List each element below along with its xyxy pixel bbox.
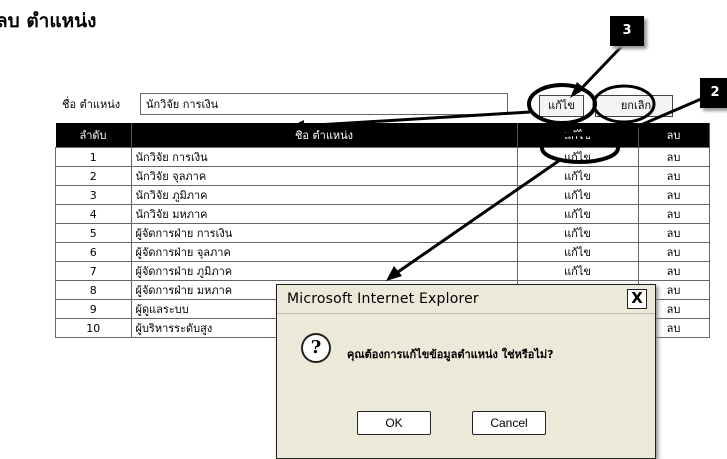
row-index: 8	[55, 280, 132, 300]
question-icon: ?	[301, 333, 331, 363]
table-row: 6 ผู้จัดการฝ่าย จุลภาค แก้ไข ลบ	[55, 242, 710, 262]
ok-button[interactable]: OK	[357, 411, 431, 435]
dialog-title: Microsoft Internet Explorer	[287, 291, 479, 307]
position-name-label: ชื่อ ตำแหน่ง	[62, 98, 121, 111]
row-edit-link[interactable]: แก้ไข	[516, 223, 639, 243]
row-delete-link[interactable]: ลบ	[637, 242, 710, 262]
row-index: 10	[55, 318, 132, 338]
row-index: 2	[55, 166, 132, 186]
row-delete-link[interactable]: ลบ	[637, 147, 710, 167]
row-position-name: ผู้จัดการฝ่าย จุลภาค	[130, 242, 518, 262]
row-position-name: นักวิจัย จุลภาค	[130, 166, 518, 186]
row-delete-link[interactable]: ลบ	[637, 166, 710, 186]
row-index: 3	[55, 185, 132, 205]
row-delete-link[interactable]: ลบ	[637, 223, 710, 243]
row-index: 6	[55, 242, 132, 262]
row-position-name: นักวิจัย มหภาค	[130, 204, 518, 224]
row-index: 9	[55, 299, 132, 319]
row-delete-link[interactable]: ลบ	[637, 261, 710, 281]
column-header-edit: แก้ไข	[517, 123, 639, 148]
confirm-dialog: Microsoft Internet Explorer X ? คุณต้องก…	[276, 284, 656, 459]
table-header-row: ลำดับ ชื่อ ตำแหน่ง แก้ไข ลบ	[55, 123, 710, 148]
row-edit-link[interactable]: แก้ไข	[516, 261, 639, 281]
row-delete-link[interactable]: ลบ	[637, 185, 710, 205]
dialog-titlebar[interactable]: Microsoft Internet Explorer X	[277, 285, 655, 314]
row-edit-link[interactable]: แก้ไข	[516, 166, 639, 186]
close-icon[interactable]: X	[627, 289, 647, 309]
column-header-index: ลำดับ	[55, 123, 132, 148]
table-row: 5 ผู้จัดการฝ่าย การเงิน แก้ไข ลบ	[55, 223, 710, 243]
row-position-name: นักวิจัย ภูมิภาค	[130, 185, 518, 205]
row-delete-link[interactable]: ลบ	[637, 204, 710, 224]
position-name-input[interactable]	[140, 93, 508, 115]
column-header-delete: ลบ	[638, 123, 710, 148]
table-row: 1 นักวิจัย การเงิน แก้ไข ลบ	[55, 147, 710, 167]
row-edit-link[interactable]: แก้ไข	[516, 185, 639, 205]
edit-button[interactable]: แก้ไข	[539, 95, 584, 117]
row-edit-link[interactable]: แก้ไข	[516, 204, 639, 224]
row-position-name: ผู้จัดการฝ่าย การเงิน	[130, 223, 518, 243]
row-edit-link[interactable]: แก้ไข	[516, 147, 639, 167]
dialog-cancel-button[interactable]: Cancel	[472, 411, 546, 435]
annotation-badge-2: 2	[700, 78, 727, 108]
table-row: 3 นักวิจัย ภูมิภาค แก้ไข ลบ	[55, 185, 710, 205]
dialog-message: คุณต้องการแก้ไขข้อมูลตำแหน่ง ใช่หรือไม่?	[347, 348, 554, 361]
row-position-name: ผู้จัดการฝ่าย ภูมิภาค	[130, 261, 518, 281]
row-index: 7	[55, 261, 132, 281]
column-header-name: ชื่อ ตำแหน่ง	[131, 123, 518, 148]
row-index: 1	[55, 147, 132, 167]
row-index: 5	[55, 223, 132, 243]
table-row: 7 ผู้จัดการฝ่าย ภูมิภาค แก้ไข ลบ	[55, 261, 710, 281]
row-edit-link[interactable]: แก้ไข	[516, 242, 639, 262]
table-row: 2 นักวิจัย จุลภาค แก้ไข ลบ	[55, 166, 710, 186]
page-title: ลบ ตำแหน่ง	[0, 10, 97, 32]
row-position-name: นักวิจัย การเงิน	[130, 147, 518, 167]
annotation-badge-3: 3	[610, 16, 644, 46]
row-index: 4	[55, 204, 132, 224]
annotation-arrow-3	[576, 44, 624, 94]
cancel-button[interactable]: ยกเลิก	[595, 95, 673, 117]
table-row: 4 นักวิจัย มหภาค แก้ไข ลบ	[55, 204, 710, 224]
